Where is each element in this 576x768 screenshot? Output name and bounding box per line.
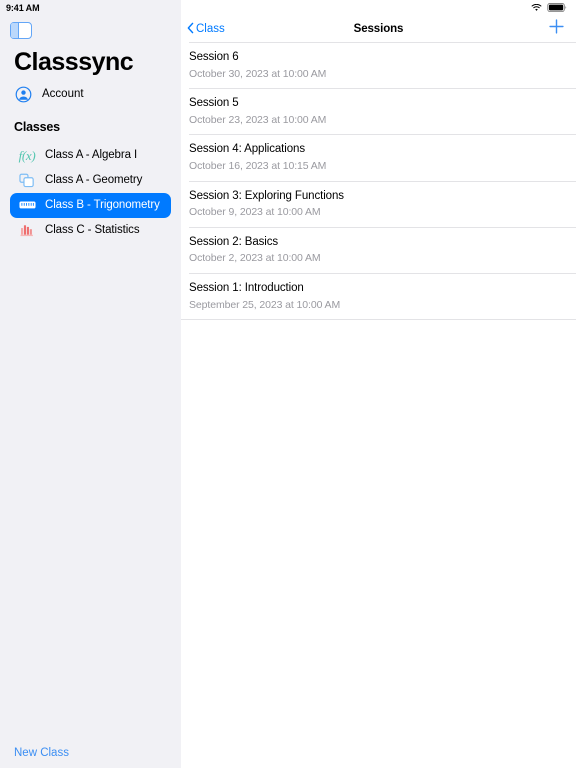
page-title: Sessions [353, 23, 404, 35]
session-title: Session 6 [189, 51, 239, 63]
battery-icon [547, 0, 567, 17]
ruler-icon [18, 197, 36, 213]
plus-icon [548, 18, 565, 40]
table-row[interactable]: Session 4: Applications October 16, 2023… [181, 135, 576, 180]
session-subtitle: October 23, 2023 at 10:00 AM [189, 113, 327, 126]
session-subtitle: October 16, 2023 at 10:15 AM [189, 159, 327, 172]
function-fx-glyph: f(x) [18, 147, 36, 163]
table-row[interactable]: Session 2: Basics October 2, 2023 at 10:… [181, 228, 576, 273]
session-subtitle: October 30, 2023 at 10:00 AM [189, 67, 327, 80]
wifi-icon [531, 0, 542, 17]
detail-pane: Class Sessions Session 6 October 30, 202… [181, 0, 576, 768]
session-title: Session 1: Introduction [189, 282, 304, 295]
sidebar-item-label: Class C - Statistics [45, 224, 140, 237]
chevron-left-icon [187, 22, 194, 37]
back-button-label: Class [196, 23, 225, 35]
session-subtitle: October 9, 2023 at 10:00 AM [189, 206, 321, 219]
app-title: Classsync [14, 48, 134, 76]
account-circle-icon [15, 86, 32, 103]
status-bar: 9:41 AM [0, 0, 181, 16]
sidebar-item-account[interactable]: Account [0, 77, 181, 103]
list-bottom-separator [181, 319, 576, 321]
sidebar-item-label: Class A - Algebra I [45, 149, 138, 162]
sidebar-toggle-icon[interactable] [10, 22, 32, 39]
sidebar-class-list: f(x) Class A - Algebra I Class A - Geome… [0, 134, 181, 243]
sidebar: 9:41 AM Classsync Account Classes f(x) C… [0, 0, 181, 768]
bar-chart-icon [18, 222, 36, 238]
sidebar-item-label: Class A - Geometry [45, 174, 143, 187]
session-list: Session 6 October 30, 2023 at 10:00 AM S… [181, 43, 576, 321]
new-class-button[interactable]: New Class [14, 747, 69, 759]
sidebar-item-statistics[interactable]: Class C - Statistics [10, 218, 171, 243]
shapes-squares-icon [18, 172, 36, 188]
session-title: Session 3: Exploring Functions [189, 189, 344, 202]
sidebar-item-geometry[interactable]: Class A - Geometry [10, 168, 171, 193]
session-title: Session 5 [189, 97, 239, 110]
sidebar-item-algebra[interactable]: f(x) Class A - Algebra I [10, 143, 171, 168]
app-root: 9:41 AM Classsync Account Classes f(x) C… [0, 0, 576, 768]
session-subtitle: September 25, 2023 at 10:00 AM [189, 298, 341, 311]
table-row[interactable]: Session 5 October 23, 2023 at 10:00 AM [181, 89, 576, 134]
status-bar-right [181, 0, 576, 16]
table-row[interactable]: Session 1: Introduction September 25, 20… [181, 274, 576, 319]
session-title: Session 2: Basics [189, 235, 279, 248]
back-button[interactable]: Class [187, 22, 225, 37]
add-session-button[interactable] [547, 18, 565, 40]
sidebar-item-label: Class B - Trigonometry [45, 199, 160, 212]
table-row[interactable]: Session 6 October 30, 2023 at 10:00 AM [181, 43, 576, 88]
function-fx-icon: f(x) [18, 147, 36, 163]
table-row[interactable]: Session 3: Exploring Functions October 9… [181, 182, 576, 227]
account-label: Account [42, 88, 84, 101]
sidebar-section-classes: Classes [14, 119, 60, 134]
sidebar-toggle-button[interactable] [0, 16, 181, 39]
sidebar-item-trigonometry[interactable]: Class B - Trigonometry [10, 192, 171, 218]
navigation-bar: Class Sessions [181, 16, 576, 42]
session-subtitle: October 2, 2023 at 10:00 AM [189, 252, 321, 265]
status-bar-time: 9:41 AM [6, 3, 40, 13]
session-title: Session 4: Applications [189, 143, 305, 156]
